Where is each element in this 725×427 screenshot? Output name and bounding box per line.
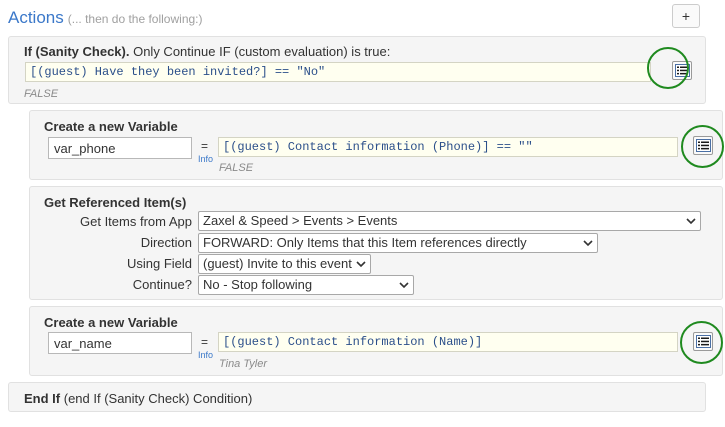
chevron-down-icon bbox=[356, 261, 366, 268]
actions-title: Actions bbox=[8, 8, 64, 27]
using-field-select[interactable]: (guest) Invite to this event bbox=[198, 254, 371, 274]
variable-name-input[interactable]: var_name bbox=[48, 332, 192, 354]
chevron-down-icon bbox=[399, 282, 409, 289]
if-block-title: If (Sanity Check). bbox=[24, 44, 130, 59]
if-sanity-check-block: If (Sanity Check). Only Continue IF (cus… bbox=[8, 36, 706, 104]
direction-value: FORWARD: Only Items that this Item refer… bbox=[203, 235, 527, 250]
chevron-down-icon bbox=[583, 240, 593, 247]
highlight-ring bbox=[681, 125, 724, 168]
equals-sign: = bbox=[201, 335, 209, 349]
end-if-title: End If bbox=[24, 391, 61, 406]
if-expression-field[interactable]: [(guest) Have they been invited?] == "No… bbox=[25, 62, 651, 82]
end-if-block: End If (end If (Sanity Check) Condition) bbox=[8, 382, 706, 412]
direction-label: Direction bbox=[140, 235, 192, 250]
using-field-value: (guest) Invite to this event bbox=[203, 256, 352, 271]
get-items-from-app-value: Zaxel & Speed > Events > Events bbox=[203, 213, 398, 228]
create-variable-title: Create a new Variable bbox=[44, 315, 178, 330]
variable-evaluation-result: FALSE bbox=[219, 162, 254, 174]
get-items-title: Get Referenced Item(s) bbox=[44, 195, 187, 210]
get-items-from-app-label: Get Items from App bbox=[80, 214, 192, 229]
variable-expression-field[interactable]: [(guest) Contact information (Name)] bbox=[218, 332, 678, 352]
highlight-ring bbox=[680, 321, 723, 364]
actions-header: Actions (... then do the following:) bbox=[8, 8, 203, 30]
variable-name-input[interactable]: var_phone bbox=[48, 137, 192, 159]
create-variable-title: Create a new Variable bbox=[44, 119, 178, 134]
end-if-row: End If (end If (Sanity Check) Condition) bbox=[24, 391, 252, 406]
variable-expression-field[interactable]: [(guest) Contact information (Phone)] ==… bbox=[218, 137, 678, 157]
continue-select[interactable]: No - Stop following bbox=[198, 275, 414, 295]
info-link[interactable]: Info bbox=[198, 350, 213, 360]
add-action-button[interactable]: + bbox=[672, 4, 700, 28]
get-items-from-app-select[interactable]: Zaxel & Speed > Events > Events bbox=[198, 211, 701, 231]
if-evaluation-result: FALSE bbox=[24, 88, 59, 100]
actions-subtitle: (... then do the following:) bbox=[67, 12, 203, 26]
highlight-ring bbox=[647, 47, 689, 89]
continue-value: No - Stop following bbox=[203, 277, 313, 292]
end-if-description: (end If (Sanity Check) Condition) bbox=[63, 391, 253, 406]
info-link[interactable]: Info bbox=[198, 154, 213, 164]
if-block-description: Only Continue IF (custom evaluation) is … bbox=[133, 44, 391, 59]
equals-sign: = bbox=[201, 139, 209, 153]
variable-evaluation-result: Tina Tyler bbox=[219, 358, 267, 370]
using-field-label: Using Field bbox=[126, 256, 192, 271]
chevron-down-icon bbox=[686, 218, 696, 225]
direction-select[interactable]: FORWARD: Only Items that this Item refer… bbox=[198, 233, 598, 253]
if-block-header: If (Sanity Check). Only Continue IF (cus… bbox=[24, 44, 390, 59]
continue-label: Continue? bbox=[132, 277, 192, 292]
